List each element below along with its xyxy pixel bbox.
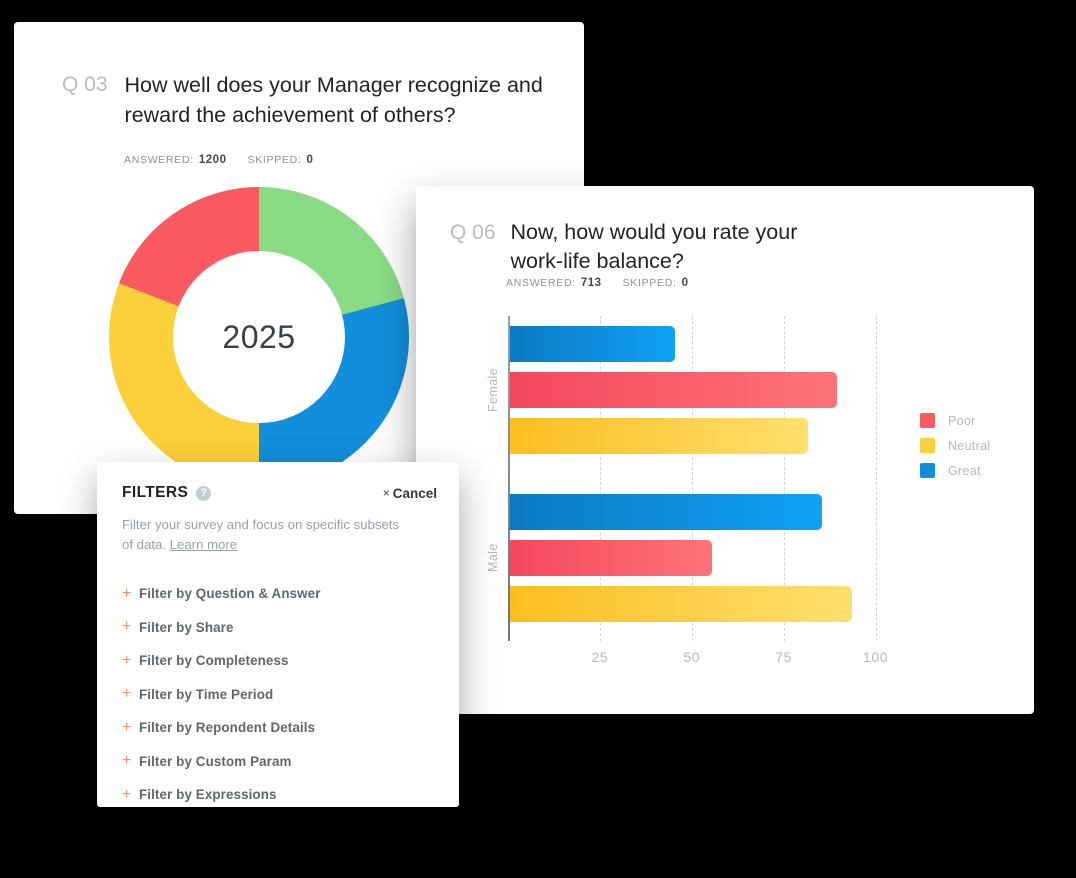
bar-male-neutral[interactable] [510, 586, 852, 622]
q03-answered-value: 1200 [198, 154, 227, 166]
cancel-button[interactable]: × Cancel [383, 486, 437, 501]
x-axis-tick-label: 100 [862, 649, 889, 665]
q06-answered-value: 713 [580, 277, 602, 289]
filter-item-label: Filter by Expressions [139, 787, 277, 803]
bar-female-great[interactable] [510, 326, 676, 362]
legend-label: Neutral [948, 438, 991, 453]
donut-chart: 2025 [109, 187, 409, 487]
filters-description: Filter your survey and focus on specific… [122, 515, 412, 555]
legend-item-neutral[interactable]: Neutral [920, 433, 1020, 458]
x-axis-tick-label: 25 [591, 649, 609, 665]
cancel-button-label: Cancel [392, 485, 437, 501]
plus-icon: + [122, 718, 132, 736]
legend-swatch-neutral-icon [920, 438, 935, 453]
donut-hole: 2025 [173, 251, 345, 423]
legend-item-great[interactable]: Great [920, 458, 1020, 483]
filter-item-4[interactable]: + Filter by Repondent Details [122, 711, 437, 745]
filters-content: FILTERS ? × Cancel Filter your survey an… [122, 484, 437, 812]
filter-item-label: Filter by Share [139, 619, 234, 635]
filter-item-3[interactable]: + Filter by Time Period [122, 678, 437, 712]
filters-panel: FILTERS ? × Cancel Filter your survey an… [97, 462, 459, 807]
plus-icon: + [122, 685, 132, 703]
learn-more-link[interactable]: Learn more [170, 537, 237, 552]
filter-item-label: Filter by Completeness [139, 653, 289, 669]
q03-response-meta: ANSWERED: 1200 SKIPPED: 0 [124, 154, 313, 166]
q06-question-number: Q 06 [450, 221, 496, 244]
filter-item-label: Filter by Time Period [139, 686, 274, 702]
question-card-q06: Q 06 Now, how would you rate your work-l… [416, 186, 1034, 714]
x-axis-tick-label: 75 [775, 649, 793, 665]
q06-header: Q 06 Now, how would you rate your work-l… [450, 218, 1004, 276]
bar-chart-plot-area: 25 50 75 100 Female Male [486, 316, 905, 665]
legend-label: Great [948, 463, 981, 478]
filter-item-label: Filter by Repondent Details [139, 720, 316, 736]
q06-answered-label: ANSWERED: [506, 277, 576, 289]
q03-question-text: How well does your Manager recognize and… [124, 73, 543, 127]
q06-skipped-label: SKIPPED: [622, 277, 677, 289]
filter-item-1[interactable]: + Filter by Share [122, 611, 437, 645]
plus-icon: + [122, 618, 132, 636]
filter-item-6[interactable]: + Filter by Expressions [122, 778, 437, 812]
legend-item-poor[interactable]: Poor [920, 408, 1020, 433]
filter-item-label: Filter by Custom Param [139, 753, 292, 769]
legend-swatch-poor-icon [920, 413, 935, 428]
filters-title-group: FILTERS ? [122, 484, 212, 502]
help-icon[interactable]: ? [196, 485, 212, 501]
group-label-male: Male [486, 543, 500, 573]
plus-icon: + [122, 651, 132, 669]
bar-female-neutral[interactable] [510, 418, 808, 454]
filters-header: FILTERS ? × Cancel [122, 484, 437, 502]
filter-item-2[interactable]: + Filter by Completeness [122, 644, 437, 678]
close-icon: × [382, 486, 390, 500]
filter-list: + Filter by Question & Answer + Filter by S… [122, 577, 437, 812]
filters-title: FILTERS [122, 484, 189, 501]
plus-icon: + [122, 785, 132, 803]
bar-male-poor[interactable] [510, 540, 713, 576]
plus-icon: + [122, 584, 132, 602]
plus-icon: + [122, 752, 132, 770]
q03-question-number: Q 03 [62, 73, 108, 96]
donut-center-label: 2025 [222, 318, 296, 355]
gridline [875, 316, 878, 641]
filters-description-text: Filter your survey and focus on specific… [122, 517, 400, 552]
q06-response-meta: ANSWERED: 713 SKIPPED: 0 [506, 277, 689, 289]
q06-skipped-value: 0 [681, 277, 689, 289]
filter-item-0[interactable]: + Filter by Question & Answer [122, 577, 437, 611]
q03-header: Q 03 How well does your Manager recogniz… [62, 70, 550, 130]
filter-item-label: Filter by Question & Answer [139, 586, 321, 602]
legend-swatch-great-icon [920, 463, 935, 478]
screenshot-stage: Q 03 How well does your Manager recogniz… [0, 0, 1076, 878]
bar-female-poor[interactable] [510, 372, 838, 408]
q03-skipped-label: SKIPPED: [247, 154, 302, 166]
group-label-female: Female [486, 367, 500, 413]
bar-chart-legend: Poor Neutral Great [920, 408, 1020, 483]
q03-answered-label: ANSWERED: [124, 154, 194, 166]
x-axis-tick-label: 50 [683, 649, 701, 665]
q03-skipped-value: 0 [306, 154, 314, 166]
legend-label: Poor [948, 413, 976, 428]
bar-male-great[interactable] [510, 494, 823, 530]
filter-item-5[interactable]: + Filter by Custom Param [122, 745, 437, 779]
bar-chart: 25 50 75 100 Female Male Poor Neutral Great [450, 316, 1006, 684]
q06-question-text: Now, how would you rate your work-life b… [510, 220, 798, 273]
